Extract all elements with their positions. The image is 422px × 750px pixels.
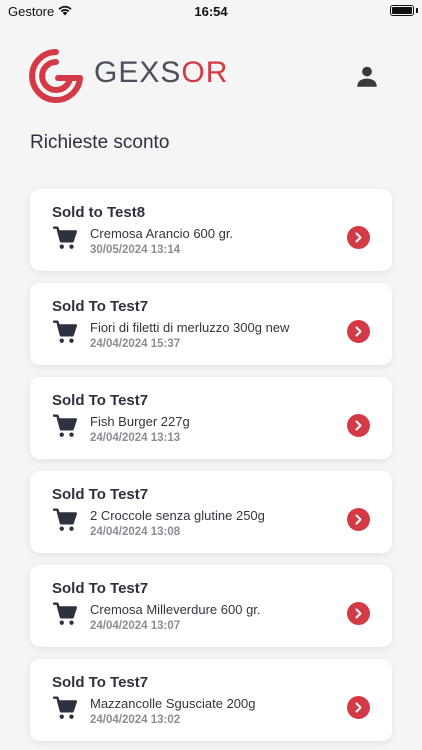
chevron-right-icon — [355, 232, 362, 243]
status-bar: Gestore 16:54 — [0, 0, 422, 22]
cart-icon — [53, 226, 78, 249]
product-name: Mazzancolle Sgusciate 200g — [90, 696, 256, 711]
product-name: Fish Burger 227g — [90, 414, 190, 429]
product-name: 2 Croccole senza glutine 250g — [90, 508, 265, 523]
logo-text: GEXSOR — [94, 56, 229, 89]
open-request-button[interactable] — [347, 602, 370, 625]
battery-icon — [390, 5, 414, 16]
open-request-button[interactable] — [347, 696, 370, 719]
chevron-right-icon — [355, 420, 362, 431]
cart-icon — [53, 602, 78, 625]
product-name: Fiori di filetti di merluzzo 300g new — [90, 320, 290, 335]
request-date: 24/04/2024 13:07 — [90, 620, 181, 632]
request-date: 24/04/2024 13:13 — [90, 432, 181, 444]
chevron-right-icon — [355, 514, 362, 525]
clock: 16:54 — [194, 4, 228, 19]
request-list: Sold to Test8 Cremosa Arancio 600 gr. 30… — [30, 189, 392, 750]
header: GEXSOR — [0, 40, 422, 110]
open-request-button[interactable] — [347, 508, 370, 531]
request-card[interactable]: Sold To Test7 Fish Burger 227g 24/04/202… — [30, 377, 392, 459]
product-name: Cremosa Arancio 600 gr. — [90, 226, 234, 241]
request-title: Sold To Test7 — [52, 298, 149, 315]
request-card[interactable]: Sold To Test7 Fiori di filetti di merluz… — [30, 283, 392, 365]
request-title: Sold To Test7 — [52, 486, 149, 503]
request-date: 24/04/2024 13:08 — [90, 526, 181, 538]
request-date: 24/04/2024 15:37 — [90, 338, 181, 350]
open-request-button[interactable] — [347, 226, 370, 249]
request-card[interactable]: Sold to Test8 Cremosa Arancio 600 gr. 30… — [30, 189, 392, 271]
request-card[interactable]: Sold To Test7 2 Croccole senza glutine 2… — [30, 471, 392, 553]
logo-icon — [29, 49, 83, 103]
product-name: Cremosa Milleverdure 600 gr. — [90, 602, 261, 617]
request-title: Sold To Test7 — [52, 580, 149, 597]
cart-icon — [53, 696, 78, 719]
request-title: Sold to Test8 — [52, 204, 146, 221]
open-request-button[interactable] — [347, 320, 370, 343]
request-card[interactable]: Sold To Test7 Mazzancolle Sgusciate 200g… — [30, 659, 392, 741]
request-title: Sold To Test7 — [52, 392, 149, 409]
chevron-right-icon — [355, 608, 362, 619]
request-date: 30/05/2024 13:14 — [90, 244, 181, 256]
cart-icon — [53, 320, 78, 343]
chevron-right-icon — [355, 702, 362, 713]
request-card[interactable]: Sold To Test7 Cremosa Milleverdure 600 g… — [30, 565, 392, 647]
cart-icon — [53, 414, 78, 437]
cart-icon — [53, 508, 78, 531]
request-title: Sold To Test7 — [52, 674, 149, 691]
chevron-right-icon — [355, 326, 362, 337]
request-date: 24/04/2024 13:02 — [90, 714, 181, 726]
user-icon[interactable] — [354, 64, 380, 90]
open-request-button[interactable] — [347, 414, 370, 437]
page-title: Richieste sconto — [30, 132, 170, 153]
